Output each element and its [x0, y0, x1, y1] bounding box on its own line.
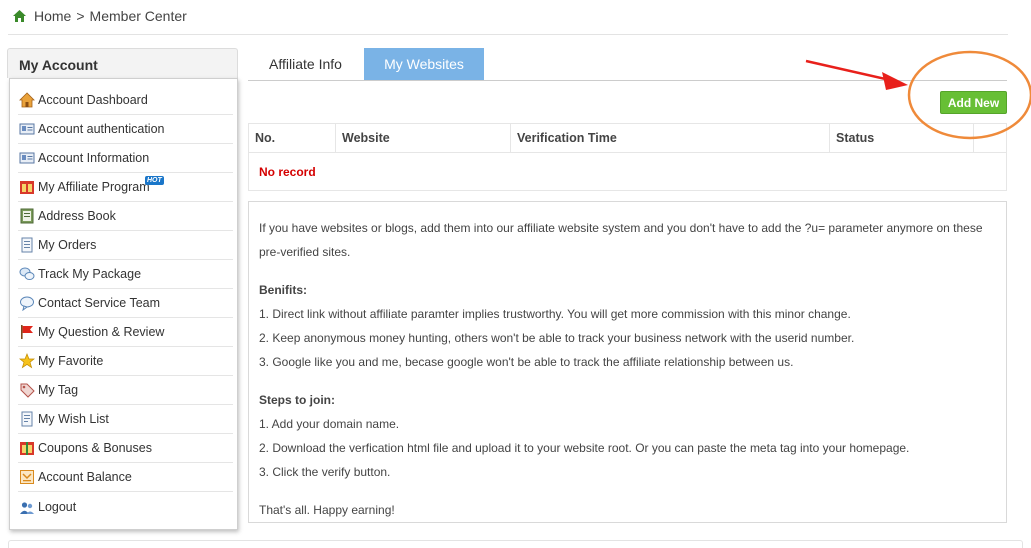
star-icon [19, 353, 35, 369]
column-header-status: Status [830, 124, 974, 153]
sidebar-item-label: Account authentication [38, 122, 165, 136]
hot-badge: HOT [145, 176, 164, 185]
tab-affiliate-info[interactable]: Affiliate Info [248, 48, 363, 80]
address-book-icon [20, 208, 34, 224]
column-header-verification-time: Verification Time [511, 124, 830, 153]
breadcrumb: Home > Member Center [12, 7, 187, 25]
sidebar-item-my-favorite[interactable]: My Favorite [18, 347, 233, 376]
sidebar-item-label: My Wish List [38, 412, 109, 426]
sidebar-item-my-affiliate-program[interactable]: My Affiliate Program HOT [18, 173, 233, 202]
benefit-item: 3. Google like you and me, becase google… [259, 355, 794, 369]
benefits-heading: Benifits: [259, 283, 307, 297]
sidebar-item-label: Logout [38, 499, 77, 514]
chat-bubbles-icon [19, 267, 35, 280]
sidebar-item-account-information[interactable]: Account Information [18, 144, 233, 173]
sidebar-item-label: Account Dashboard [38, 93, 148, 107]
sidebar-item-label: Account Information [38, 151, 150, 165]
sidebar-item-account-dashboard[interactable]: Account Dashboard [18, 86, 233, 115]
step-item: 1. Add your domain name. [259, 417, 400, 431]
tag-icon [20, 383, 35, 398]
sidebar-item-my-wish-list[interactable]: My Wish List [18, 405, 233, 434]
sidebar-item-logout[interactable]: Logout [18, 492, 233, 521]
flag-icon [21, 325, 33, 339]
breadcrumb-separator: > [76, 8, 85, 24]
breadcrumb-current: Member Center [89, 8, 187, 24]
tab-bar: Affiliate Info My Websites [248, 48, 1007, 81]
affiliate-icon [20, 181, 34, 194]
account-menu: Account Dashboard Account authentication… [9, 78, 238, 530]
table-header: No. Website Verification Time Status [249, 124, 1006, 153]
websites-table: No. Website Verification Time Status No … [248, 123, 1007, 191]
step-item: 2. Download the verfication html file an… [259, 441, 910, 455]
add-new-button[interactable]: Add New [940, 91, 1007, 114]
sidebar-item-account-authentication[interactable]: Account authentication [18, 115, 233, 144]
column-header-no: No. [249, 124, 336, 153]
info-outro: That's all. Happy earning! [259, 503, 395, 517]
footer-panel-edge [8, 540, 1023, 548]
list-icon [21, 411, 33, 427]
tab-my-websites[interactable]: My Websites [364, 48, 484, 80]
affiliate-website-info: If you have websites or blogs, add them … [248, 201, 1007, 523]
id-card-icon [19, 152, 35, 164]
sidebar-item-label: My Affiliate Program [38, 180, 150, 194]
sidebar-item-label: My Orders [38, 238, 97, 252]
steps-heading: Steps to join: [259, 393, 335, 407]
column-header-website: Website [336, 124, 511, 153]
balance-icon [20, 470, 34, 484]
id-card-icon [19, 123, 35, 135]
sidebar-title: My Account [7, 48, 238, 78]
sidebar-item-label: My Favorite [38, 354, 104, 368]
sidebar-item-label: Address Book [38, 209, 116, 223]
sidebar-item-label: My Tag [38, 383, 79, 397]
sidebar-item-label: Contact Service Team [38, 296, 161, 310]
sidebar-item-label: My Question & Review [38, 325, 165, 339]
sidebar-item-coupons-bonuses[interactable]: Coupons & Bonuses [18, 434, 233, 463]
sidebar-item-label: Coupons & Bonuses [38, 441, 152, 455]
empty-table-message: No record [259, 165, 316, 179]
sidebar-item-my-orders[interactable]: My Orders [18, 231, 233, 260]
sidebar-item-track-my-package[interactable]: Track My Package [18, 260, 233, 289]
top-divider [8, 34, 1008, 35]
sidebar-item-contact-service-team[interactable]: Contact Service Team [18, 289, 233, 318]
sidebar-item-my-question-review[interactable]: My Question & Review [18, 318, 233, 347]
users-icon [20, 501, 34, 514]
benefit-item: 2. Keep anonymous money hunting, others … [259, 331, 855, 345]
sidebar-item-label: Account Balance [38, 470, 132, 484]
sidebar-item-account-balance[interactable]: Account Balance [18, 463, 233, 492]
account-sidebar: My Account Account Dashboard Account aut… [7, 48, 238, 530]
home-icon[interactable] [12, 9, 27, 23]
benefit-item: 1. Direct link without affiliate paramte… [259, 307, 851, 321]
sidebar-item-address-book[interactable]: Address Book [18, 202, 233, 231]
gift-icon [20, 442, 34, 455]
breadcrumb-home-link[interactable]: Home [34, 8, 71, 24]
document-icon [21, 237, 33, 253]
speech-bubble-icon [20, 296, 34, 311]
info-intro: If you have websites or blogs, add them … [259, 221, 983, 259]
house-icon [19, 92, 35, 108]
sidebar-item-my-tag[interactable]: My Tag [18, 376, 233, 405]
sidebar-item-label: Track My Package [38, 267, 142, 281]
step-item: 3. Click the verify button. [259, 465, 391, 479]
